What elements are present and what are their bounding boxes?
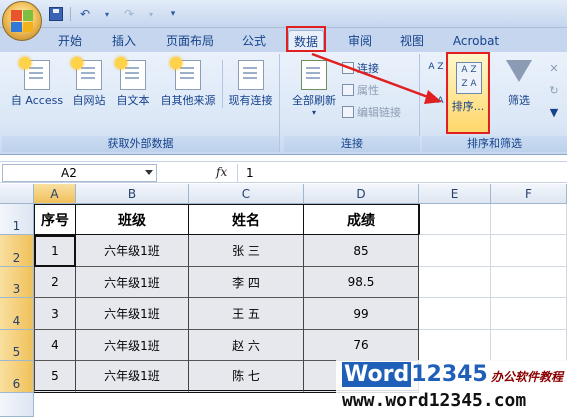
- watermark: Word12345 办公软件教程 www.word12345.com: [336, 360, 567, 417]
- watermark-url: www.word12345.com: [342, 390, 527, 411]
- watermark-brand-a: Word: [342, 362, 412, 387]
- watermark-tagline: 办公软件教程: [491, 370, 564, 384]
- annotation-arrow-icon: [311, 52, 442, 104]
- watermark-brand: Word12345: [342, 362, 488, 387]
- watermark-brand-b: 12345: [411, 362, 488, 387]
